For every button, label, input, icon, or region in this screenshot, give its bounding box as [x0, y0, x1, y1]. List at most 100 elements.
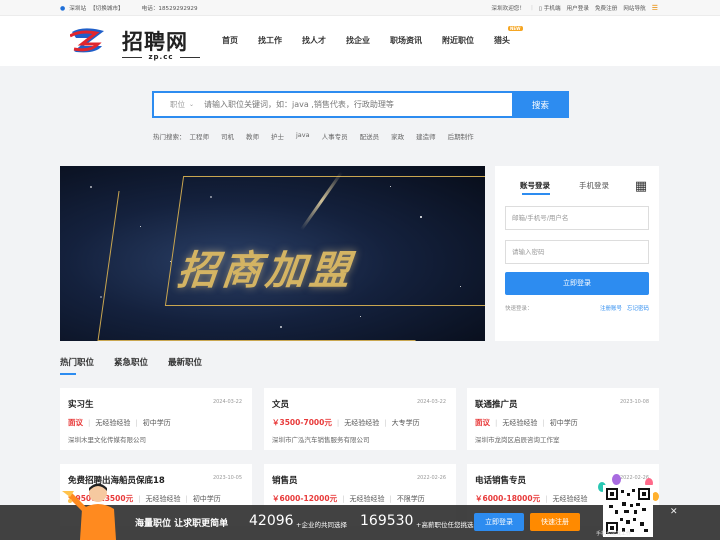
chevron-down-icon: ⌄ — [189, 101, 195, 108]
job-experience: 无经验经验 — [145, 494, 181, 503]
job-title[interactable]: 实习生 — [68, 398, 94, 410]
login-panel: 账号登录 手机登录 ▦ 邮箱/手机号/用户名 请输入密码 立即登录 快速登录： … — [495, 166, 659, 341]
divider: | — [138, 494, 141, 503]
job-salary: 面议 — [475, 418, 490, 427]
mobile-label: 手机端 — [543, 6, 561, 12]
hot-term[interactable]: 司机 — [221, 131, 234, 141]
username-field[interactable]: 邮箱/手机号/用户名 — [505, 206, 649, 230]
nav-home[interactable]: 首页 — [222, 35, 238, 46]
hot-term[interactable]: 教师 — [246, 131, 259, 141]
job-title[interactable]: 销售员 — [272, 474, 298, 486]
login-links: 注册账号 忘记密码 — [600, 304, 649, 312]
register-link[interactable]: 注册账号 — [600, 304, 622, 312]
search-type-select[interactable]: 职位 ⌄ — [170, 99, 204, 110]
job-title[interactable]: 联通推广员 — [475, 398, 518, 410]
job-date: 2023-10-05 — [212, 475, 242, 481]
site-logo[interactable]: 招聘网 zp.cc — [70, 26, 210, 62]
job-card[interactable]: 联通推广员 2023-10-08 面议 | 无经验经验 | 初中学历 深圳市龙岗区启… — [467, 388, 659, 450]
nav-headhunter[interactable]: 猎头 — [494, 26, 523, 46]
nav-career-news[interactable]: 职场资讯 — [390, 35, 422, 46]
user-login-link[interactable]: 用户登录 — [567, 4, 589, 12]
forgot-password-link[interactable]: 忘记密码 — [627, 304, 649, 312]
search-box[interactable]: 职位 ⌄ 请输入职位关键词，如：java ,销售代表，行政助理等 — [152, 91, 514, 118]
promo-banner[interactable]: 招商加盟 — [60, 166, 485, 341]
tab-hot-jobs[interactable]: 热门职位 — [60, 356, 94, 375]
tab-latest-jobs[interactable]: 最新职位 — [168, 356, 202, 368]
divider: | — [495, 418, 498, 427]
banner-title: 招商加盟 — [175, 247, 357, 294]
topbar-right: 深圳欢迎您！ | ▯ 手机端 用户登录 免费注册 网站导航 ☰ — [491, 4, 658, 12]
job-education: 不限学历 — [396, 494, 425, 503]
quick-login-label: 快速登录： — [505, 306, 533, 312]
qr-caption: 手机也能找工作 — [596, 531, 632, 537]
job-education: 初中学历 — [549, 418, 578, 427]
welcome-text: 深圳欢迎您！ — [491, 6, 525, 12]
bottom-login-button[interactable]: 立即登录 — [474, 513, 524, 531]
divider: | — [88, 418, 91, 427]
divider: | — [342, 494, 345, 503]
hot-term[interactable]: 工程师 — [190, 131, 210, 141]
balloon-decoration — [612, 474, 621, 485]
search-zone: 职位 ⌄ 请输入职位关键词，如：java ,销售代表，行政助理等 搜索 热门搜索… — [0, 66, 720, 156]
hot-term[interactable]: 后期制作 — [448, 131, 474, 141]
phone-label: 电话：18529292929 — [141, 6, 198, 12]
top-bar: ● 深圳站 【切换城市】 电话：18529292929 深圳欢迎您！ | ▯ 手… — [0, 0, 720, 16]
job-info: ￥6000-18000元 | 无经验经验 — [475, 493, 587, 504]
tab-phone-login[interactable]: 手机登录 — [579, 180, 609, 191]
header: 招聘网 zp.cc 首页 找工作 找人才 找企业 职场资讯 附近职位 猎头 — [0, 16, 720, 66]
divider: | — [542, 418, 545, 427]
job-date: 2022-02-26 — [416, 475, 446, 481]
job-card[interactable]: 文员 2024-03-22 ￥3500-7000元 | 无经验经验 | 大专学历 深… — [264, 388, 456, 450]
hot-term[interactable]: 人事专员 — [322, 131, 348, 141]
job-company[interactable]: 深圳市广泓汽车销售服务有限公司 — [272, 434, 370, 444]
free-register-link[interactable]: 免费注册 — [595, 4, 617, 12]
job-date: 2024-03-22 — [212, 399, 242, 405]
close-icon[interactable]: ✕ — [670, 507, 678, 517]
hot-term[interactable]: java — [296, 131, 310, 141]
menu-icon[interactable]: ☰ — [652, 4, 658, 12]
qr-code-icon[interactable]: ▦ — [633, 179, 649, 195]
mobile-link[interactable]: ▯ 手机端 — [539, 4, 561, 12]
login-button[interactable]: 立即登录 — [505, 272, 649, 295]
search-type-label: 职位 — [170, 100, 185, 109]
job-education: 初中学历 — [192, 494, 221, 503]
hot-term[interactable]: 家政 — [391, 131, 404, 141]
nav-find-job[interactable]: 找工作 — [258, 35, 282, 46]
nav-find-company[interactable]: 找企业 — [346, 35, 370, 46]
search-button[interactable]: 搜索 — [512, 91, 569, 118]
hot-search-label: 热门搜索： — [153, 133, 186, 141]
job-card[interactable]: 实习生 2024-03-22 面议 | 无经验经验 | 初中学历 深圳木里文化传媒有… — [60, 388, 252, 450]
company-count: 42096 — [249, 513, 294, 529]
hot-search: 热门搜索： 工程师 司机 教师 护士 java 人事专员 配送员 家政 建造师 … — [153, 131, 474, 141]
divider: | — [384, 418, 387, 427]
password-field[interactable]: 请输入密码 — [505, 240, 649, 264]
job-education: 大专学历 — [391, 418, 420, 427]
bottom-register-button[interactable]: 快速注册 — [530, 513, 580, 531]
job-title[interactable]: 文员 — [272, 398, 289, 410]
star — [90, 186, 92, 188]
bottom-promo-bar: 海量职位 让求职更简单 42096 +企业的共同选择 169530 +高薪职位任… — [0, 483, 720, 540]
station-label: 深圳站 — [69, 6, 87, 12]
nav-find-talent[interactable]: 找人才 — [302, 35, 326, 46]
job-salary: 面议 — [68, 418, 83, 427]
nav-nearby-jobs[interactable]: 附近职位 — [442, 35, 474, 46]
job-date: 2023-10-08 — [619, 399, 649, 405]
site-nav-link[interactable]: 网站导航 — [623, 4, 645, 12]
divider: | — [336, 418, 340, 427]
switch-city-link[interactable]: 【切换城市】 — [90, 4, 124, 12]
hot-term[interactable]: 建造师 — [416, 131, 436, 141]
job-title[interactable]: 电话销售专员 — [475, 474, 526, 486]
tab-account-login[interactable]: 账号登录 — [520, 180, 550, 195]
divider: | — [185, 494, 188, 503]
job-company[interactable]: 深圳木里文化传媒有限公司 — [68, 434, 146, 444]
tab-urgent-jobs[interactable]: 紧急职位 — [114, 356, 148, 368]
logo-domain: zp.cc — [122, 53, 200, 61]
job-count-label: +高薪职位任您挑选 — [416, 521, 474, 529]
job-company[interactable]: 深圳市龙岗区启辰咨询工作室 — [475, 434, 560, 444]
hot-term[interactable]: 护士 — [271, 131, 284, 141]
job-info: 面议 | 无经验经验 | 初中学历 — [475, 417, 578, 428]
job-education: 初中学历 — [142, 418, 171, 427]
job-info: ￥3500-7000元 | 无经验经验 | 大专学历 — [272, 417, 420, 428]
hot-term[interactable]: 配送员 — [360, 131, 380, 141]
search-input[interactable]: 请输入职位关键词，如：java ,销售代表，行政助理等 — [204, 99, 394, 110]
